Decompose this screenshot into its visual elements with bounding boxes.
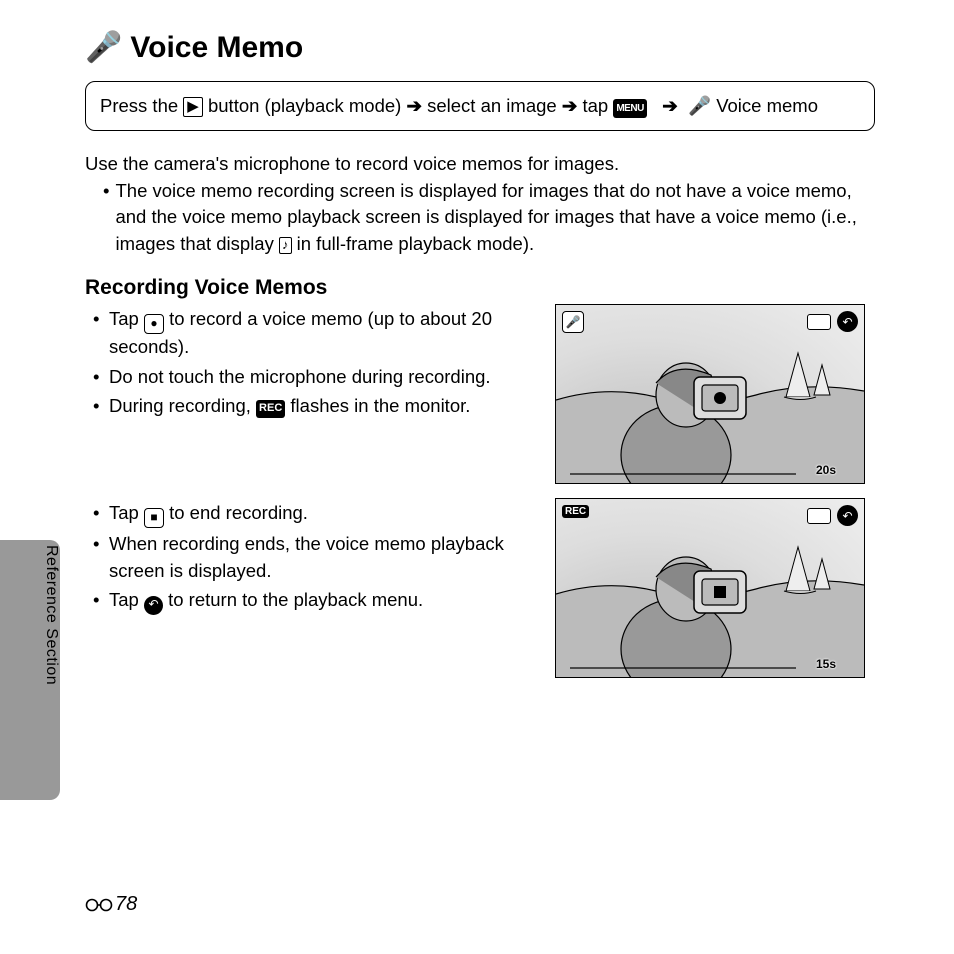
screen2-topleft: REC <box>562 505 589 518</box>
return-button-icon: ↶ <box>144 596 163 615</box>
intro-bullet-text: The voice memo recording screen is displ… <box>115 178 875 258</box>
title-text: Voice Memo <box>130 31 303 65</box>
timer-label: 15s <box>816 657 836 671</box>
bc-select: select an image <box>427 95 562 116</box>
s1b: to record a voice memo (up to about 20 s… <box>109 308 492 357</box>
timer-label: 20s <box>816 463 836 477</box>
recording-steps-2: Tap ■ to end recording. When recording e… <box>85 498 531 618</box>
battery-icon <box>807 508 831 524</box>
screen1-topleft: 🎤 <box>562 311 584 333</box>
mic-small-icon: 🎤 <box>683 95 711 116</box>
screenshots-col-1: 🎤 ↶ 20s <box>555 304 875 484</box>
rec-indicator-icon: REC <box>562 505 589 518</box>
main-content: 🎤 Voice Memo Press the ▶ button (playbac… <box>85 30 875 678</box>
step-1: Tap ● to record a voice memo (up to abou… <box>109 306 531 361</box>
audio-file-icon: ♪ <box>279 237 292 254</box>
screen1-topright: ↶ <box>807 311 858 332</box>
s3a: During recording, <box>109 395 256 416</box>
back-button-icon: ↶ <box>837 505 858 526</box>
step-4: Tap ■ to end recording. <box>109 500 531 528</box>
mic-icon: 🎤 <box>85 30 122 65</box>
sidebar-label: Reference Section <box>42 545 60 685</box>
screen-recording-active: REC ↶ 15s <box>555 498 865 678</box>
step-2: Do not touch the microphone during recor… <box>109 364 531 391</box>
intro-block: Use the camera's microphone to record vo… <box>85 151 875 258</box>
step-6: Tap ↶ to return to the playback menu. <box>109 587 531 614</box>
page: Reference Section 🎤 Voice Memo Press the… <box>0 0 954 954</box>
recording-row-2: Tap ■ to end recording. When recording e… <box>85 498 875 678</box>
rec-badge-icon: REC <box>256 400 285 418</box>
s6a: Tap <box>109 589 144 610</box>
s6b: to return to the playback menu. <box>168 589 423 610</box>
mic-ui-icon: 🎤 <box>562 311 584 333</box>
bc-prefix: Press the <box>100 95 183 116</box>
bc-tap: tap <box>582 95 613 116</box>
screenshots-col-2: REC ↶ 15s <box>555 498 875 678</box>
page-title: 🎤 Voice Memo <box>85 30 875 65</box>
step-3: During recording, REC flashes in the mon… <box>109 393 531 420</box>
screen2-topright: ↶ <box>807 505 858 526</box>
arrow-icon: ➔ <box>562 95 578 116</box>
menu-badge-icon: MENU <box>613 99 646 118</box>
arrow-icon: ➔ <box>406 95 422 116</box>
bullet-dot: • <box>103 178 109 258</box>
playback-button-icon: ▶ <box>183 97 203 117</box>
progress-bar <box>570 473 796 475</box>
recording-row-1: Tap ● to record a voice memo (up to abou… <box>85 304 875 484</box>
s4a: Tap <box>109 502 144 523</box>
step-5: When recording ends, the voice memo play… <box>109 531 531 585</box>
page-ref-icon <box>85 896 113 914</box>
battery-icon <box>807 314 831 330</box>
back-button-icon: ↶ <box>837 311 858 332</box>
intro-line1: Use the camera's microphone to record vo… <box>85 151 875 178</box>
record-button-icon: ● <box>144 314 164 334</box>
stop-button-icon: ■ <box>144 508 164 528</box>
bc-after-play: button (playback mode) <box>208 95 406 116</box>
s4b: to end recording. <box>169 502 308 523</box>
subheading: Recording Voice Memos <box>85 276 875 300</box>
recording-steps-1: Tap ● to record a voice memo (up to abou… <box>85 304 531 423</box>
s1a: Tap <box>109 308 144 329</box>
screen-recording-start: 🎤 ↶ 20s <box>555 304 865 484</box>
page-number-text: 78 <box>115 893 137 916</box>
breadcrumb-box: Press the ▶ button (playback mode) ➔ sel… <box>85 81 875 131</box>
page-number: 78 <box>85 893 137 916</box>
arrow-icon: ➔ <box>662 95 678 116</box>
s3b: flashes in the monitor. <box>290 395 470 416</box>
bc-voice-memo: Voice memo <box>716 95 818 116</box>
intro-bullet1-b: in full-frame playback mode). <box>297 233 535 254</box>
intro-bullet: • The voice memo recording screen is dis… <box>85 178 875 258</box>
progress-bar <box>570 667 796 669</box>
bc-arrow3 <box>652 95 657 116</box>
